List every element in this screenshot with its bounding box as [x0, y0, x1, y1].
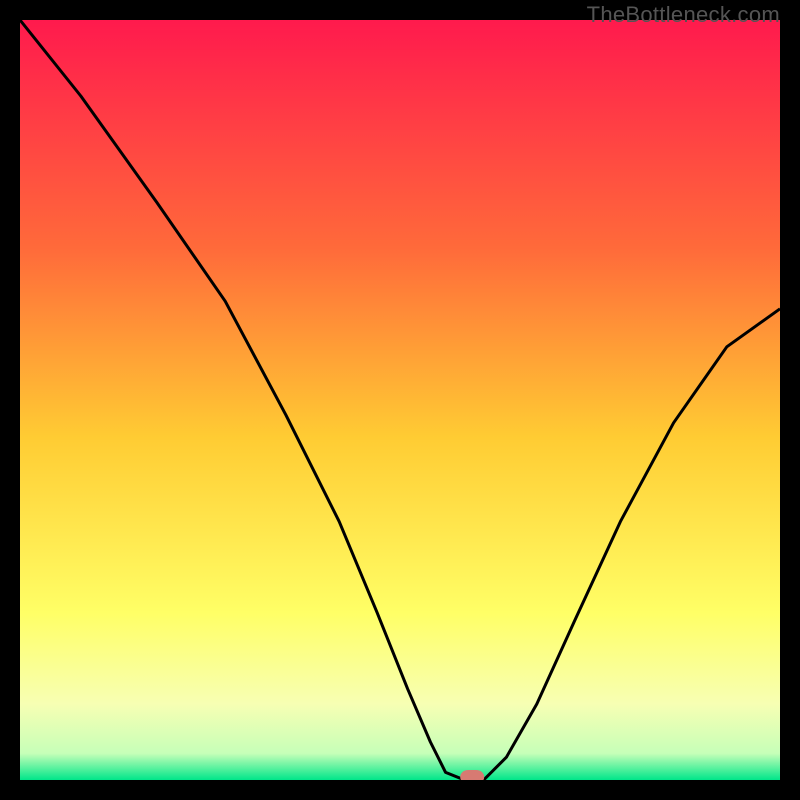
- plot-area: [20, 20, 780, 780]
- watermark-text: TheBottleneck.com: [587, 2, 780, 28]
- optimal-point-marker: [460, 770, 484, 780]
- chart-container: TheBottleneck.com: [0, 0, 800, 800]
- chart-svg: [20, 20, 780, 780]
